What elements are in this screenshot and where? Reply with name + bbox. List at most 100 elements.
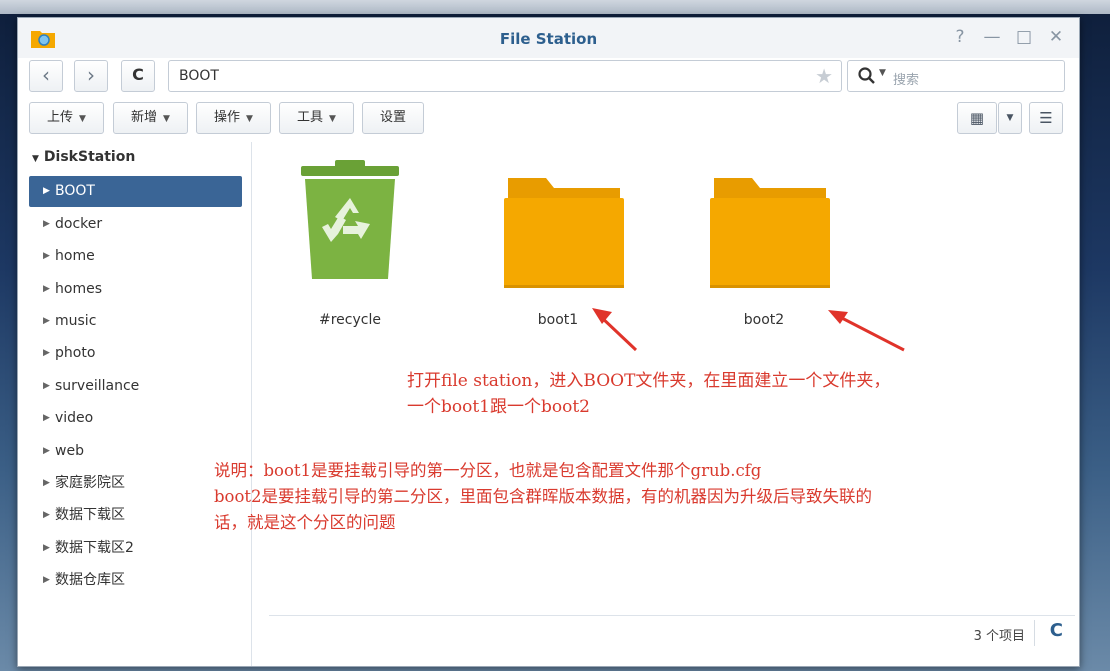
- annotation-arrows: [592, 308, 905, 352]
- tree-item-docker[interactable]: ▶ docker: [29, 209, 242, 240]
- caret-right-icon: ▶: [43, 348, 50, 358]
- caret-right-icon: ▶: [43, 284, 50, 294]
- folder-icon: [710, 178, 830, 288]
- tree-item-web[interactable]: ▶ web: [29, 436, 242, 467]
- minimize-icon[interactable]: —: [981, 26, 1003, 48]
- tree-item-warehouse[interactable]: ▶ 数据仓库区: [29, 565, 242, 596]
- sort-button[interactable]: ☰: [1029, 102, 1063, 134]
- desktop-background-strip: [0, 0, 1110, 14]
- folder-icon: [504, 178, 624, 288]
- recycle-bin-icon: [301, 160, 399, 279]
- status-bar: 3 个项目 C: [269, 615, 1075, 651]
- tree-item-label: music: [55, 313, 97, 329]
- annotation-note-2: 说明：boot1是要挂载引导的第一分区，也就是包含配置文件那个grub.cfg …: [214, 458, 1110, 536]
- window-controls: ? — □ ✕: [949, 26, 1067, 48]
- caret-right-icon: ▶: [43, 478, 50, 488]
- caret-right-icon: ▶: [43, 381, 50, 391]
- back-button[interactable]: ‹: [29, 60, 63, 92]
- tree-item-label: BOOT: [55, 183, 95, 199]
- tree-item-home-theater[interactable]: ▶ 家庭影院区: [29, 468, 242, 499]
- view-mode-button[interactable]: ▦: [957, 102, 997, 134]
- annotation-line: 打开file station，进入BOOT文件夹，在里面建立一个文件夹，: [407, 371, 891, 391]
- annotation-line: 话，就是这个分区的问题: [214, 513, 396, 532]
- tree-item-label: 数据仓库区: [55, 572, 125, 588]
- current-path: BOOT: [179, 68, 219, 84]
- close-icon[interactable]: ✕: [1045, 26, 1067, 48]
- help-icon[interactable]: ?: [949, 26, 971, 48]
- tree-item-label: homes: [55, 281, 102, 297]
- settings-button[interactable]: 设置: [362, 102, 424, 134]
- caret-right-icon: ▶: [43, 575, 50, 585]
- search-placeholder: 搜索: [893, 73, 920, 88]
- window-title: File Station: [499, 30, 598, 48]
- action-label: 操作: [214, 110, 241, 125]
- chevron-down-icon: ▼: [1006, 113, 1014, 123]
- caret-right-icon: ▶: [43, 316, 50, 326]
- maximize-icon[interactable]: □: [1013, 26, 1035, 48]
- upload-label: 上传: [47, 110, 74, 125]
- folder-tree: ▼ DiskStation ▶ BOOT ▶ docker ▶ home ▶ homes …: [18, 142, 252, 666]
- file-name: #recycle: [319, 312, 381, 328]
- tree-item-label: 数据下载区: [55, 507, 125, 523]
- settings-label: 设置: [379, 110, 406, 125]
- tree-item-label: video: [55, 410, 94, 426]
- create-button[interactable]: 新增 ▼: [113, 102, 188, 134]
- tree-item-boot[interactable]: ▶ BOOT: [29, 176, 242, 207]
- tree-item-label: 数据下载区2: [55, 540, 134, 556]
- tree-item-label: 家庭影院区: [55, 475, 125, 491]
- tree-root-label: DiskStation: [43, 149, 136, 165]
- tree-item-label: web: [55, 443, 84, 459]
- search-icon: [858, 67, 875, 84]
- tree-item-home[interactable]: ▶ home: [29, 241, 242, 272]
- search-dropdown-icon[interactable]: ▼: [879, 68, 886, 78]
- sort-icon: ☰: [1039, 109, 1053, 127]
- tree-item-label: photo: [55, 345, 96, 361]
- view-mode-dropdown[interactable]: ▼: [998, 102, 1022, 134]
- tree-item-video[interactable]: ▶ video: [29, 403, 242, 434]
- caret-right-icon: ▶: [43, 251, 50, 261]
- grid-view-icon: ▦: [969, 109, 985, 127]
- search-input[interactable]: ▼ 搜索: [847, 60, 1065, 92]
- tree-item-surveillance[interactable]: ▶ surveillance: [29, 371, 242, 402]
- chevron-down-icon: ▼: [79, 114, 86, 124]
- status-divider: [1034, 620, 1035, 646]
- file-station-window: File Station ? — □ ✕ ‹ › C BOOT ★ ▼ 搜索 上…: [17, 17, 1080, 667]
- tree-item-label: surveillance: [55, 378, 140, 394]
- tree-item-label: docker: [55, 216, 103, 232]
- create-label: 新增: [131, 110, 158, 125]
- annotation-line: boot2是要挂载引导的第二分区，里面包含群晖版本数据，有的机器因为升级后导致失…: [214, 487, 873, 506]
- annotation-line: 一个boot1跟一个boot2: [407, 397, 590, 417]
- tree-item-download[interactable]: ▶ 数据下载区: [29, 500, 242, 531]
- tree-item-label: home: [55, 248, 95, 264]
- navigation-bar: ‹ › C BOOT ★ ▼ 搜索: [29, 60, 1069, 92]
- upload-button[interactable]: 上传 ▼: [29, 102, 104, 134]
- tree-item-photo[interactable]: ▶ photo: [29, 338, 242, 369]
- tree-root-diskstation[interactable]: ▼ DiskStation: [32, 149, 135, 165]
- file-item-recycle[interactable]: #recycle: [280, 152, 420, 337]
- caret-right-icon: ▶: [43, 510, 50, 520]
- titlebar: File Station ? — □ ✕: [18, 18, 1079, 58]
- caret-down-icon: ▼: [32, 154, 39, 164]
- address-bar[interactable]: BOOT ★: [168, 60, 842, 92]
- tree-item-download2[interactable]: ▶ 数据下载区2: [29, 533, 242, 564]
- tree-item-homes[interactable]: ▶ homes: [29, 274, 242, 305]
- annotation-line: 说明：boot1是要挂载引导的第一分区，也就是包含配置文件那个grub.cfg: [214, 461, 762, 480]
- item-count: 3 个项目: [973, 629, 1025, 644]
- tree-item-music[interactable]: ▶ music: [29, 306, 242, 337]
- annotation-note-1: 打开file station，进入BOOT文件夹，在里面建立一个文件夹， 一个b…: [407, 368, 890, 420]
- action-button[interactable]: 操作 ▼: [196, 102, 271, 134]
- tools-label: 工具: [297, 110, 324, 125]
- refresh-icon[interactable]: C: [1050, 620, 1063, 641]
- favorite-star-icon[interactable]: ★: [815, 64, 833, 88]
- chevron-down-icon: ▼: [246, 114, 253, 124]
- refresh-button[interactable]: C: [121, 60, 155, 92]
- caret-right-icon: ▶: [43, 543, 50, 553]
- action-toolbar: 上传 ▼ 新增 ▼ 操作 ▼ 工具 ▼ 设置 ▦ ▼ ☰: [29, 102, 1069, 134]
- chevron-down-icon: ▼: [163, 114, 170, 124]
- caret-right-icon: ▶: [43, 413, 50, 423]
- forward-button[interactable]: ›: [74, 60, 108, 92]
- caret-right-icon: ▶: [43, 219, 50, 229]
- caret-right-icon: ▶: [43, 446, 50, 456]
- tools-button[interactable]: 工具 ▼: [279, 102, 354, 134]
- chevron-down-icon: ▼: [329, 114, 336, 124]
